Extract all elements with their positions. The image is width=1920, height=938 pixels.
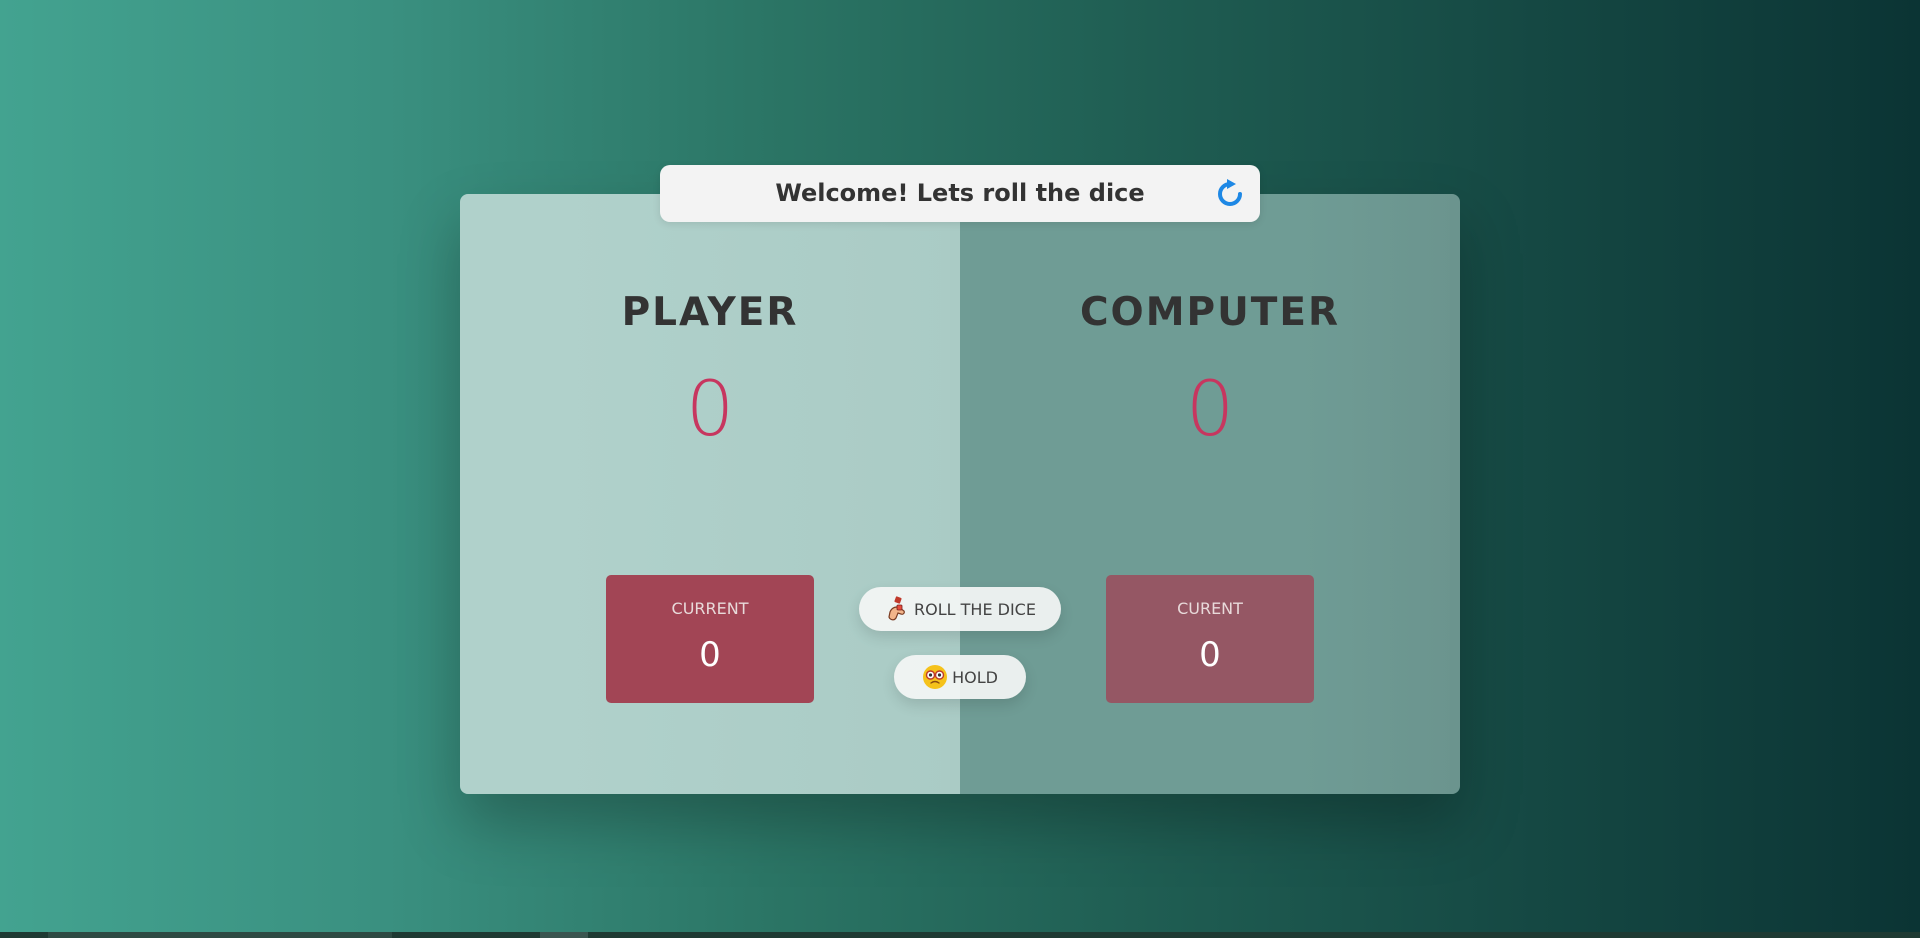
taskbar-item[interactable]	[540, 932, 588, 938]
game-board: PLAYER 0 CURRENT 0 COMPUTER 0 CURENT 0	[460, 194, 1460, 794]
computer-current-box: CURENT 0	[1106, 575, 1314, 703]
player-name: PLAYER	[621, 290, 799, 335]
computer-score: 0	[1185, 364, 1235, 453]
player-current-box: CURRENT 0	[606, 575, 814, 703]
dice-throw-icon	[888, 596, 905, 621]
roll-dice-button[interactable]: ROLL THE DICE	[859, 587, 1061, 631]
taskbar	[0, 932, 1920, 938]
computer-current-label: CURENT	[1177, 599, 1243, 618]
taskbar-item[interactable]	[48, 932, 392, 938]
player-score: 0	[685, 364, 735, 453]
hold-face-icon	[923, 665, 948, 689]
player-current-value: 0	[699, 635, 721, 675]
hold-label: HOLD	[952, 667, 998, 687]
player-panel: PLAYER 0 CURRENT 0	[460, 194, 960, 794]
refresh-icon[interactable]	[1214, 178, 1246, 210]
computer-panel: COMPUTER 0 CURENT 0	[960, 194, 1460, 794]
player-current-label: CURRENT	[671, 599, 749, 618]
message-text: Welcome! Lets roll the dice	[775, 179, 1145, 207]
computer-name: COMPUTER	[1079, 290, 1341, 335]
hold-button[interactable]: HOLD	[894, 655, 1026, 699]
message-banner: Welcome! Lets roll the dice	[660, 165, 1260, 222]
roll-dice-label: ROLL THE DICE	[914, 599, 1036, 619]
computer-current-value: 0	[1199, 635, 1221, 675]
